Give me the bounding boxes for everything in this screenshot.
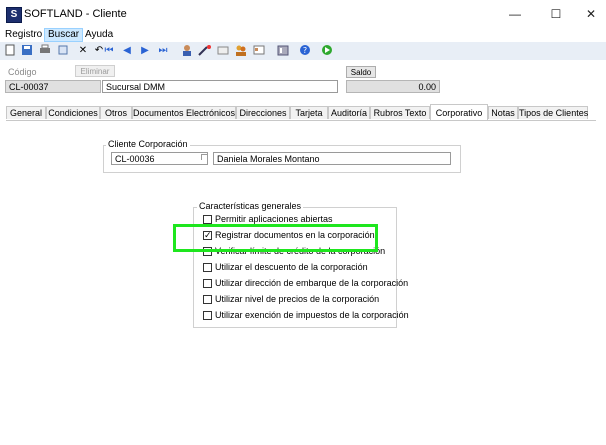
refresh-icon[interactable] bbox=[56, 44, 70, 58]
label-permitir-aplicaciones: Permitir aplicaciones abiertas bbox=[215, 214, 333, 224]
svg-text:?: ? bbox=[303, 46, 307, 55]
codigo-label: Código bbox=[8, 67, 37, 77]
next-icon[interactable]: ▶ bbox=[138, 44, 152, 58]
label-utilizar-descuento: Utilizar el descuento de la corporación bbox=[215, 262, 368, 272]
saldo-field: 0.00 bbox=[346, 80, 440, 93]
label-utilizar-direccion: Utilizar dirección de embarque de la cor… bbox=[215, 278, 409, 288]
user-icon[interactable] bbox=[180, 44, 194, 58]
menu-buscar[interactable]: Buscar bbox=[44, 28, 84, 42]
tab-tarjeta[interactable]: Tarjeta bbox=[290, 106, 328, 119]
tab-notas[interactable]: Notas bbox=[488, 106, 518, 119]
checkbox-utilizar-exencion[interactable] bbox=[203, 311, 212, 320]
document-icon[interactable] bbox=[216, 44, 230, 58]
maximize-button[interactable]: ☐ bbox=[541, 4, 571, 24]
delete-icon[interactable]: ✕ bbox=[76, 44, 90, 58]
tab-auditoria[interactable]: Auditoría bbox=[328, 106, 370, 119]
lookup-corner-icon bbox=[201, 154, 207, 160]
first-icon[interactable]: ⏮ bbox=[102, 44, 116, 58]
tab-otros[interactable]: Otros bbox=[100, 106, 132, 119]
new-icon[interactable] bbox=[3, 44, 17, 58]
tab-corporativo[interactable]: Corporativo bbox=[430, 104, 488, 120]
go-icon[interactable] bbox=[320, 44, 334, 58]
menu-ayuda[interactable]: Ayuda bbox=[82, 28, 116, 42]
checkbox-utilizar-nivel-precios[interactable] bbox=[203, 295, 212, 304]
tab-condiciones[interactable]: Condiciones bbox=[46, 106, 100, 119]
cliente-corp-name-field: Daniela Morales Montano bbox=[213, 152, 451, 165]
report-icon[interactable] bbox=[276, 44, 290, 58]
wand-icon[interactable] bbox=[198, 44, 212, 58]
codigo-field[interactable]: CL-00037 bbox=[5, 80, 101, 93]
cliente-corporacion-title: Cliente Corporación bbox=[106, 139, 190, 149]
menu-bar: Registro Buscar Ayuda bbox=[0, 28, 606, 42]
print-icon[interactable] bbox=[38, 44, 52, 58]
close-button[interactable]: ✕ bbox=[576, 4, 606, 24]
window-title: SOFTLAND - Cliente bbox=[24, 8, 127, 20]
label-utilizar-nivel-precios: Utilizar nivel de precios de la corporac… bbox=[215, 294, 380, 304]
saldo-label: Saldo bbox=[346, 66, 376, 78]
toolbar: ✕ ↶ ⏮ ◀ ▶ ⏭ ? bbox=[0, 42, 606, 61]
cliente-corp-code-field[interactable]: CL-00036 bbox=[111, 152, 208, 165]
save-icon[interactable] bbox=[20, 44, 34, 58]
tab-documentos-electronicos[interactable]: Documentos Electrónicos bbox=[132, 106, 236, 119]
tab-tipos-de-clientes[interactable]: Tipos de Clientes bbox=[518, 106, 588, 119]
minimize-button[interactable]: — bbox=[500, 4, 530, 24]
help-icon[interactable]: ? bbox=[298, 44, 312, 58]
tab-general[interactable]: General bbox=[6, 106, 46, 119]
menu-registro[interactable]: Registro bbox=[2, 28, 45, 42]
app-icon: S bbox=[6, 7, 22, 23]
nombre-field[interactable]: Sucursal DMM bbox=[102, 80, 338, 93]
users-icon[interactable] bbox=[234, 44, 248, 58]
last-icon[interactable]: ⏭ bbox=[156, 44, 170, 58]
tab-rubros-texto[interactable]: Rubros Texto bbox=[370, 106, 430, 119]
tab-strip: General Condiciones Otros Documentos Ele… bbox=[6, 104, 596, 120]
highlight-box bbox=[173, 224, 378, 252]
title-bar: S SOFTLAND - Cliente — ☐ ✕ bbox=[0, 0, 606, 28]
tab-direcciones[interactable]: Direcciones bbox=[236, 106, 290, 119]
checkbox-permitir-aplicaciones[interactable] bbox=[203, 215, 212, 224]
checkbox-utilizar-direccion[interactable] bbox=[203, 279, 212, 288]
prev-icon[interactable]: ◀ bbox=[120, 44, 134, 58]
card-icon[interactable] bbox=[252, 44, 266, 58]
checkbox-utilizar-descuento[interactable] bbox=[203, 263, 212, 272]
eliminar-button[interactable]: Eliminar bbox=[75, 65, 115, 77]
caracteristicas-title: Características generales bbox=[197, 201, 304, 211]
label-utilizar-exencion: Utilizar exención de impuestos de la cor… bbox=[215, 310, 409, 320]
